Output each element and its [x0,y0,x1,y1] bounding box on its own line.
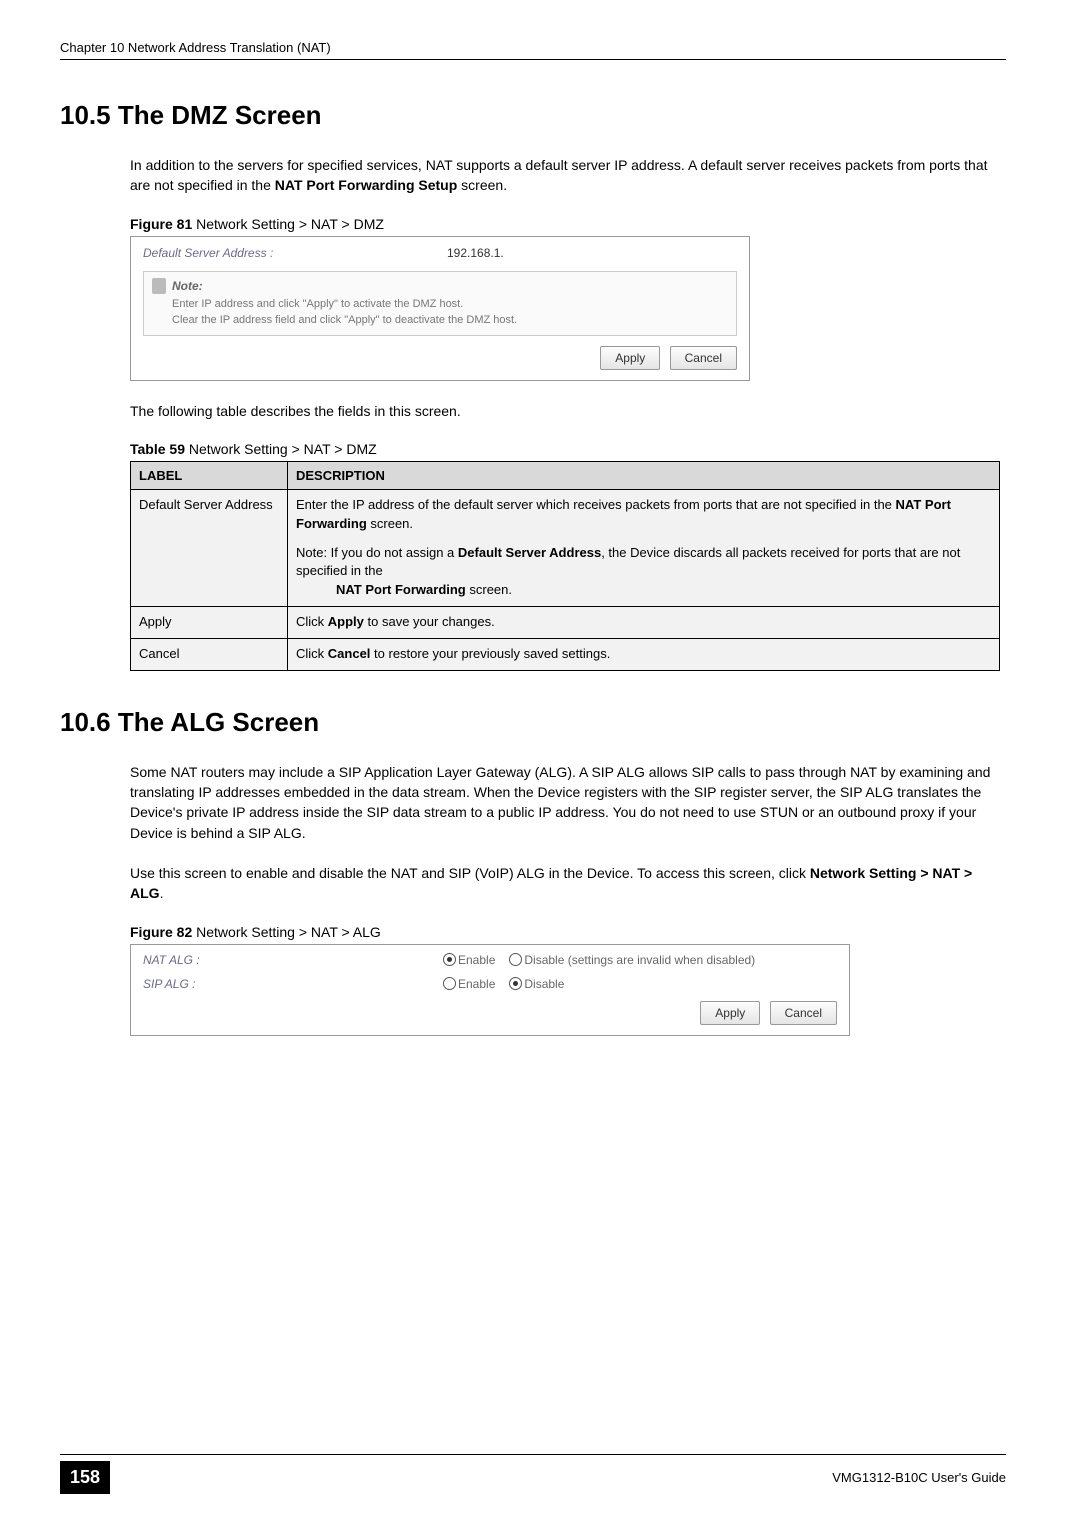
disable-label: Disable (settings are invalid when disab… [524,953,755,967]
cancel-button[interactable]: Cancel [670,346,737,370]
note-box: Note: Enter IP address and click "Apply"… [143,271,737,336]
cell-label: Default Server Address [131,489,288,606]
figure81-caption: Figure 81 Network Setting > NAT > DMZ [130,216,1006,232]
sip-alg-enable-radio[interactable] [443,977,456,990]
sip-alg-disable-radio[interactable] [509,977,522,990]
note-title: Note: [172,279,203,293]
default-server-label: Default Server Address : [143,246,443,260]
default-server-input[interactable] [443,245,631,261]
figure82-caption: Figure 82 Network Setting > NAT > ALG [130,924,1006,940]
table-row: Cancel Click Cancel to restore your prev… [131,638,1000,670]
page-header: Chapter 10 Network Address Translation (… [60,40,1006,60]
apply-button[interactable]: Apply [700,1001,760,1025]
sip-alg-label: SIP ALG : [143,977,443,991]
chapter-title: Chapter 10 Network Address Translation (… [60,40,331,55]
cancel-button[interactable]: Cancel [770,1001,837,1025]
disable-label: Disable [524,977,564,991]
note-icon [152,278,166,294]
table59-caption: Table 59 Network Setting > NAT > DMZ [130,441,1006,457]
cell-label: Apply [131,607,288,639]
section105-intro: In addition to the servers for specified… [130,155,1006,196]
enable-label: Enable [458,977,495,991]
nat-alg-label: NAT ALG : [143,953,443,967]
section106-para1: Some NAT routers may include a SIP Appli… [130,762,1006,843]
page-number: 158 [60,1461,110,1494]
cell-desc: Click Cancel to restore your previously … [288,638,1000,670]
nat-alg-enable-radio[interactable] [443,953,456,966]
note-line2: Clear the IP address field and click "Ap… [152,312,728,329]
table-row: Default Server Address Enter the IP addr… [131,489,1000,606]
note-line1: Enter IP address and click "Apply" to ac… [152,296,728,313]
section-heading-106: 10.6 The ALG Screen [60,707,1006,738]
cell-desc: Click Apply to save your changes. [288,607,1000,639]
enable-label: Enable [458,953,495,967]
figure81: Default Server Address : Note: Enter IP … [130,236,750,381]
guide-title: VMG1312-B10C User's Guide [832,1470,1006,1485]
table-intro: The following table describes the fields… [130,401,1006,421]
table59: LABEL DESCRIPTION Default Server Address… [130,461,1000,671]
figure82: NAT ALG : Enable Disable (settings are i… [130,944,850,1036]
cell-desc: Enter the IP address of the default serv… [288,489,1000,606]
nat-alg-disable-radio[interactable] [509,953,522,966]
th-label: LABEL [131,461,288,489]
page-footer: 158 VMG1312-B10C User's Guide [60,1454,1006,1494]
section-heading-105: 10.5 The DMZ Screen [60,100,1006,131]
section106-para2: Use this screen to enable and disable th… [130,863,1006,904]
table-row: Apply Click Apply to save your changes. [131,607,1000,639]
apply-button[interactable]: Apply [600,346,660,370]
cell-label: Cancel [131,638,288,670]
th-description: DESCRIPTION [288,461,1000,489]
